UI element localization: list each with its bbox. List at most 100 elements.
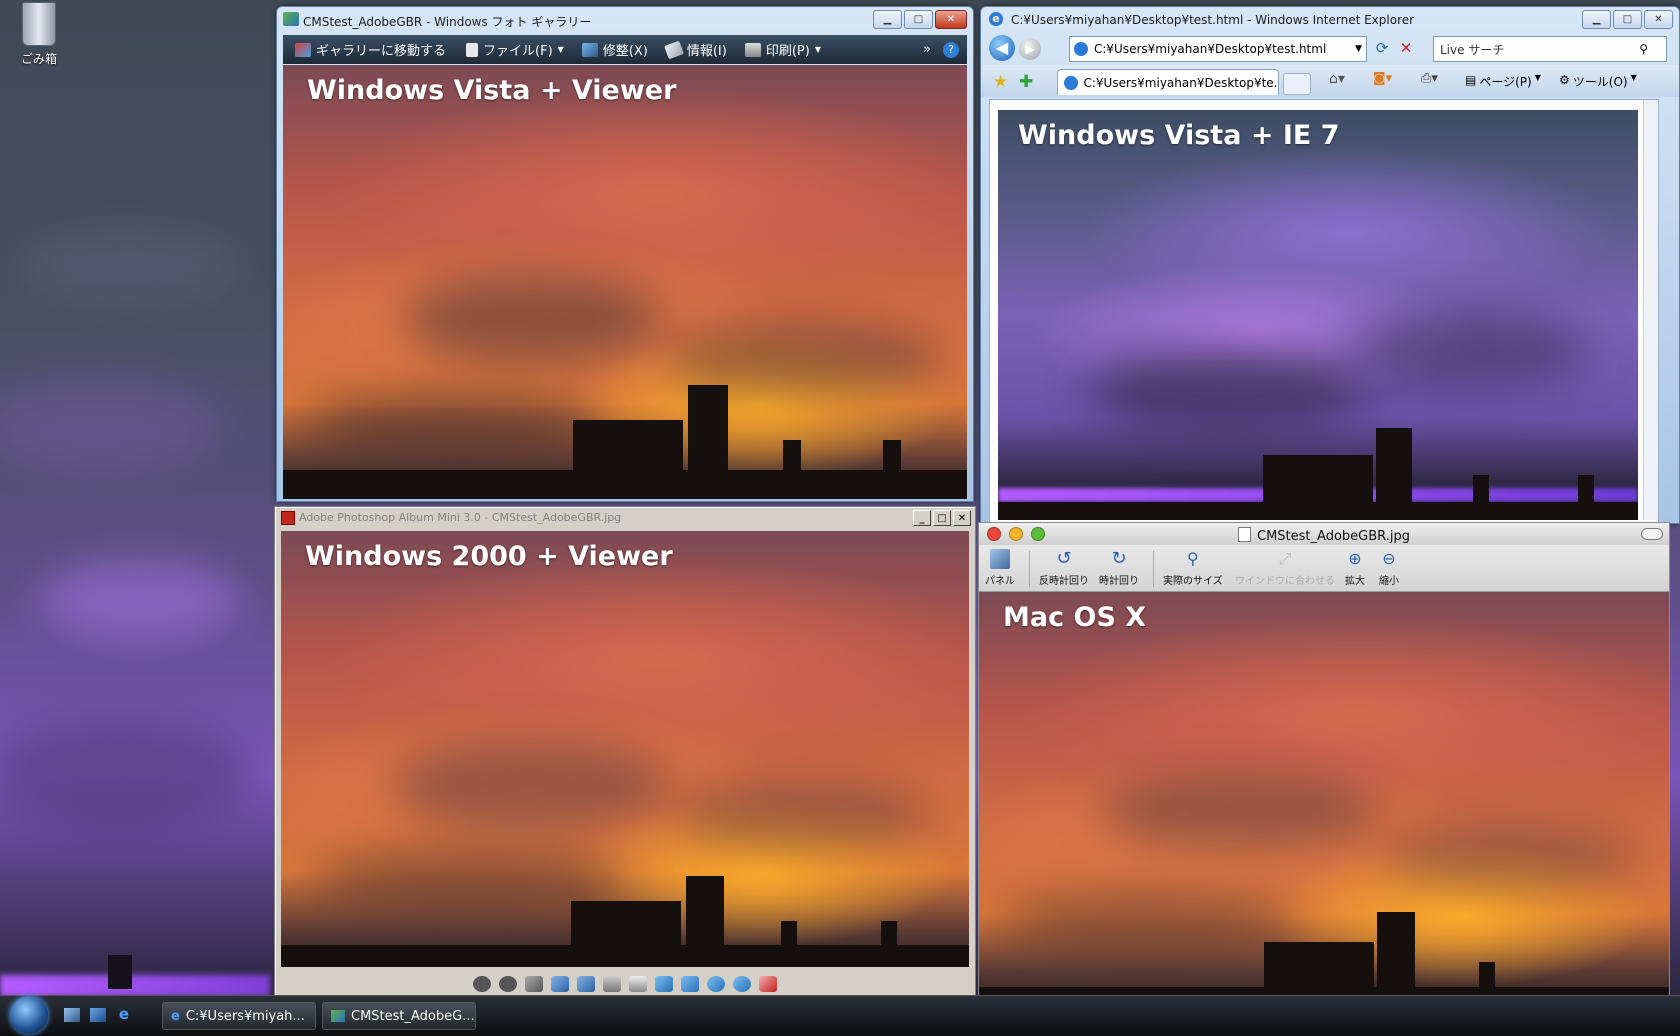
address-dropdown-icon[interactable]: ▼	[1355, 44, 1362, 54]
slideshow-icon[interactable]	[525, 976, 543, 992]
toolbar-divider	[1153, 551, 1154, 587]
desktop-cloud	[40, 560, 240, 640]
zoom-in-label: 拡大	[1345, 576, 1365, 587]
rotate-left-label: 反時計回り	[1039, 576, 1089, 587]
dropdown-arrow-icon: ▼	[1630, 73, 1637, 82]
tools-menu[interactable]: ⚙ ツール(O) ▼	[1559, 73, 1637, 90]
rotate-right-icon: ↻	[1111, 548, 1127, 569]
rotate-left-icon[interactable]	[551, 976, 569, 992]
ie-quicklaunch-icon[interactable]: e	[116, 1006, 132, 1022]
preview-toolbar: パネル ↺ 反時計回り ↻ 時計回り ⚲ 実際のサイズ ⤢ ウインドウに合わせる ⊕ 拡大…	[979, 545, 1669, 592]
vertical-scrollbar[interactable]	[1643, 100, 1658, 520]
address-bar[interactable]: C:¥Users¥miyahan¥Desktop¥test.html ▼	[1069, 36, 1367, 62]
rotate-right-icon[interactable]	[577, 976, 595, 992]
back-button[interactable]: ◀	[989, 35, 1015, 61]
water-tower-silhouette	[783, 440, 801, 470]
help-button[interactable]: ?	[943, 41, 959, 58]
print-icon[interactable]: ⎙▾	[1421, 71, 1438, 86]
photo-vista-viewer: Windows Vista + Viewer	[283, 65, 967, 499]
cloud-shadow	[303, 395, 603, 455]
tab-active[interactable]: C:¥Users¥miyahan¥Desktop¥te...	[1057, 69, 1279, 95]
rotate-right-button[interactable]: ↻ 時計回り	[1099, 548, 1139, 588]
fit-screen-icon[interactable]	[655, 976, 673, 992]
page-menu[interactable]: ▤ ページ(P) ▼	[1465, 73, 1541, 90]
taskbar-item-label: C:¥Users¥miyah...	[185, 1008, 305, 1024]
photo-gallery-app-icon	[283, 12, 299, 26]
close-button[interactable]: ✕	[935, 10, 967, 29]
info-label: 情報(I)	[686, 44, 727, 59]
cloud-shadow	[1348, 310, 1588, 390]
favorites-star-icon[interactable]: ★	[993, 72, 1008, 92]
mac-preview-window: CMStest_AdobeGBR.jpg パネル ↺ 反時計回り ↻ 時計回り ⚲ 実…	[978, 522, 1670, 1006]
zoom-out-button[interactable]: ⊖ 縮小	[1379, 549, 1399, 587]
close-button[interactable]: ✕	[1644, 10, 1673, 29]
tools-menu-label: ツール(O)	[1572, 75, 1628, 89]
taskbar-item-ie[interactable]: e C:¥Users¥miyah...	[162, 1002, 316, 1030]
more-commands-button[interactable]: »	[923, 42, 931, 57]
close-button[interactable]: ✕	[953, 510, 971, 526]
go-to-gallery-label: ギャラリーに移動する	[316, 44, 447, 59]
actual-size-icon[interactable]	[681, 976, 699, 992]
panel-icon	[990, 549, 1010, 569]
previous-icon[interactable]	[473, 976, 491, 992]
info-button[interactable]: 情報(I)	[663, 40, 727, 59]
fit-window-button[interactable]: ⤢ ウインドウに合わせる	[1235, 549, 1335, 587]
printer-icon	[744, 42, 761, 57]
next-icon[interactable]	[499, 976, 517, 992]
fix-button[interactable]: 修整(X)	[581, 40, 648, 59]
zoom-out-icon[interactable]	[707, 976, 725, 992]
help-icon: ?	[943, 41, 959, 58]
actual-size-button[interactable]: ⚲ 実際のサイズ	[1163, 549, 1223, 587]
minimize-button[interactable]: _	[913, 510, 931, 526]
window-title: CMStest_AdobeGBR.jpg	[1257, 529, 1410, 544]
add-favorites-icon[interactable]: ✚	[1019, 72, 1033, 92]
feeds-icon[interactable]: ◙▾	[1373, 71, 1392, 86]
ie-window: e C:¥Users¥miyahan¥Desktop¥test.html - W…	[980, 6, 1680, 524]
go-to-gallery-button[interactable]: ギャラリーに移動する	[295, 40, 446, 59]
minimize-button[interactable]: ▁	[1582, 10, 1611, 29]
fit-window-label: ウインドウに合わせる	[1235, 576, 1335, 587]
zoom-out-icon: ⊖	[1382, 549, 1396, 568]
ie-icon: e	[171, 1008, 180, 1024]
file-menu-label: ファイル(F)	[483, 44, 553, 59]
water-tower-silhouette	[781, 921, 797, 951]
rotate-left-button[interactable]: ↺ 反時計回り	[1039, 549, 1089, 588]
forward-button[interactable]: ▶	[1019, 38, 1041, 60]
switch-windows-icon[interactable]	[90, 1008, 106, 1022]
desktop-horizon-glow	[0, 975, 270, 997]
stop-icon[interactable]: ✕	[1395, 37, 1417, 59]
building-silhouette	[573, 420, 683, 499]
taskbar-item-photo-gallery[interactable]: CMStest_AdobeG...	[322, 1002, 476, 1030]
maximize-button[interactable]: □	[933, 510, 951, 526]
maximize-button[interactable]: □	[904, 10, 933, 29]
panel-label: パネル	[985, 576, 1015, 587]
photo-gallery-window: CMStest_AdobeGBR - Windows フォト ギャラリー ▁ □…	[276, 6, 974, 502]
trash-icon[interactable]	[603, 976, 621, 992]
minimize-button[interactable]: ▁	[873, 10, 902, 29]
zoom-out-label: 縮小	[1379, 576, 1399, 587]
recycle-bin-icon	[22, 2, 56, 46]
photo-label: Windows Vista + Viewer	[307, 75, 677, 106]
refresh-icon[interactable]: ⟳	[1371, 37, 1393, 59]
new-tab-button[interactable]	[1283, 73, 1311, 95]
toolbar-toggle-button[interactable]	[1641, 528, 1663, 540]
cloud-shadow	[1379, 822, 1639, 892]
water-tower-silhouette	[883, 440, 901, 470]
album-icon[interactable]	[759, 976, 777, 992]
print-menu[interactable]: 印刷(P) ▼	[744, 40, 821, 59]
home-icon[interactable]: ⌂▾	[1329, 71, 1345, 87]
zoom-in-icon[interactable]	[733, 976, 751, 992]
recycle-bin[interactable]: ごみ箱	[14, 2, 64, 67]
start-orb-button[interactable]	[10, 996, 48, 1034]
file-menu[interactable]: ファイル(F) ▼	[466, 40, 564, 59]
photo-label: Windows Vista + IE 7	[1018, 120, 1340, 151]
search-icon[interactable]: ⚲	[1639, 42, 1648, 56]
print-icon[interactable]	[629, 976, 647, 992]
maximize-button[interactable]: □	[1613, 10, 1642, 29]
zoom-in-button[interactable]: ⊕ 拡大	[1345, 549, 1365, 587]
search-box[interactable]: Live サーチ ⚲	[1433, 36, 1667, 62]
show-desktop-icon[interactable]	[64, 1008, 80, 1022]
title-bar: CMStest_AdobeGBR.jpg	[979, 523, 1669, 545]
panel-button[interactable]: パネル	[985, 549, 1015, 587]
desktop-cloud	[20, 230, 240, 300]
